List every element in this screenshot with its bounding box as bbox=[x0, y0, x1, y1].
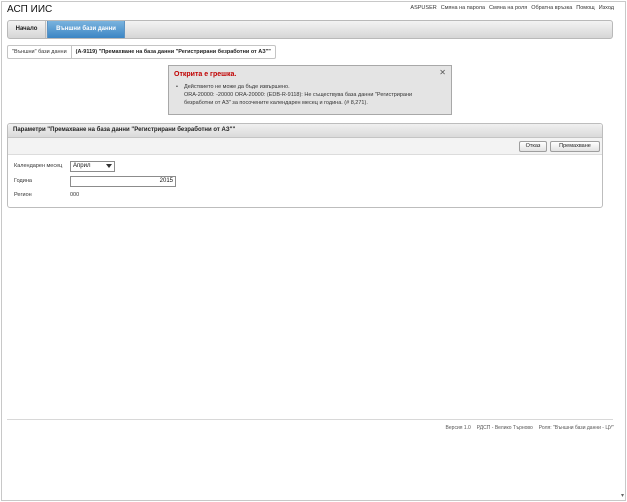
breadcrumb-current: (А-9119) "Премахване на база данни "Реги… bbox=[71, 45, 276, 59]
help-link[interactable]: Помощ bbox=[576, 5, 594, 11]
error-title: Открита е грешка. bbox=[174, 71, 237, 78]
region-toolbar: Отказ Премахване bbox=[8, 138, 602, 155]
feedback-link[interactable]: Обратна връзка bbox=[531, 5, 572, 11]
error-line-1: Действието не може да бъде извършено. bbox=[184, 84, 290, 90]
footer: Версия 1.0 РДСП - Велико Търново Роля: "… bbox=[446, 425, 614, 431]
year-label: Година bbox=[14, 178, 32, 184]
footer-version: Версия 1.0 bbox=[445, 425, 471, 431]
footer-unit: РДСП - Велико Търново bbox=[476, 425, 533, 431]
error-details: • Действието не може да бъде извършено. … bbox=[176, 83, 446, 107]
change-role-link[interactable]: Смяна на роля bbox=[489, 5, 527, 11]
error-line-2: ORA-20000: -20000 ORA-20000: (EDB-R-9118… bbox=[184, 92, 413, 98]
parameters-region: Параметри "Премахване на база данни "Рег… bbox=[7, 123, 603, 208]
tab-home[interactable]: Начало bbox=[8, 21, 46, 38]
user-link[interactable]: ASPUSER bbox=[410, 5, 436, 11]
footer-divider bbox=[7, 419, 613, 420]
cancel-button[interactable]: Отказ bbox=[519, 141, 547, 152]
breadcrumb-external-databases[interactable]: "Външни" бази данни bbox=[7, 45, 72, 59]
breadcrumb: "Външни" бази данни (А-9119) "Премахване… bbox=[7, 45, 276, 59]
delete-button[interactable]: Премахване bbox=[550, 141, 600, 152]
main-nav: Начало Външни бази данни bbox=[7, 20, 613, 39]
scroll-down-icon[interactable]: ▾ bbox=[621, 492, 624, 499]
change-password-link[interactable]: Смяна на парола bbox=[441, 5, 485, 11]
region-title: Параметри "Премахване на база данни "Рег… bbox=[8, 124, 602, 138]
error-message-box: Открита е грешка. ✕ • Действието не може… bbox=[168, 65, 452, 115]
error-line-3: безработни от АЗ" за посочените календар… bbox=[184, 100, 368, 106]
month-label: Календарен месец bbox=[14, 163, 63, 169]
month-select-value: Април bbox=[73, 163, 91, 169]
logout-link[interactable]: Изход bbox=[599, 5, 614, 11]
month-select[interactable]: Април bbox=[70, 161, 115, 172]
region-field-value: 000 bbox=[70, 192, 80, 198]
bullet-icon: • bbox=[176, 84, 178, 90]
app-title: АСП ИИС bbox=[7, 4, 53, 15]
footer-role: Роля: "Външни бази данни - ЦУ" bbox=[538, 425, 614, 431]
tab-external-databases[interactable]: Външни бази данни bbox=[47, 21, 125, 38]
chevron-down-icon bbox=[106, 164, 112, 168]
top-links: ASPUSER Смяна на парола Смяна на роля Об… bbox=[410, 5, 614, 11]
region-field-label: Регион bbox=[14, 192, 32, 198]
close-icon[interactable]: ✕ bbox=[439, 68, 446, 77]
year-input[interactable]: 2015 bbox=[70, 176, 176, 187]
